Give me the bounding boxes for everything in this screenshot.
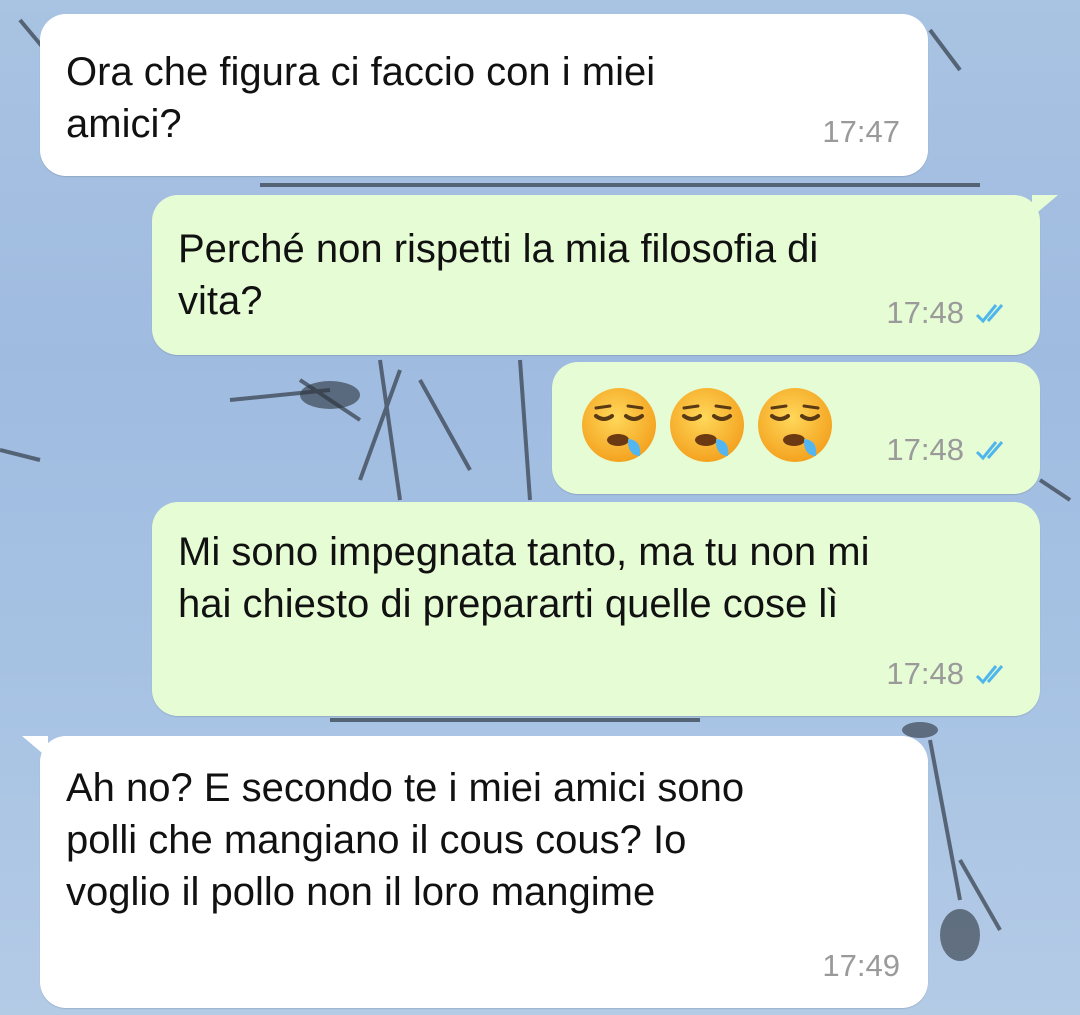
- message-bubble-outgoing-emoji[interactable]: 17:48: [552, 362, 1040, 494]
- message-meta: 17:49: [822, 940, 900, 992]
- double-check-read-icon: [975, 665, 1004, 685]
- emoji-row: [578, 384, 836, 466]
- message-time: 17:48: [886, 295, 964, 330]
- message-bubble-outgoing[interactable]: Perché non rispetti la mia filosofia di …: [152, 195, 1058, 355]
- sleepy-face-icon: [670, 388, 744, 462]
- message-time: 17:48: [886, 432, 964, 467]
- message-meta: 17:48: [886, 287, 1014, 339]
- message-meta: 17:48: [886, 424, 1014, 476]
- message-time: 17:48: [886, 656, 964, 691]
- message-text: Ora che figura ci faccio con i miei amic…: [66, 50, 656, 146]
- message-time: 17:47: [822, 114, 900, 149]
- sleepy-face-icon: [582, 388, 656, 462]
- message-meta: 17:47: [822, 106, 900, 158]
- message-text: Ah no? E secondo te i miei amici sono po…: [66, 766, 745, 914]
- double-check-read-icon: [975, 441, 1004, 461]
- message-text: Mi sono impegnata tanto, ma tu non mi ha…: [178, 530, 870, 626]
- bubble-tail: [1032, 195, 1058, 217]
- sleepy-face-icon: [758, 388, 832, 462]
- double-check-read-icon: [975, 304, 1004, 324]
- message-time: 17:49: [822, 948, 900, 983]
- bubble-tail: [22, 736, 48, 758]
- message-bubble-outgoing[interactable]: Mi sono impegnata tanto, ma tu non mi ha…: [152, 502, 1040, 716]
- message-bubble-incoming[interactable]: Ah no? E secondo te i miei amici sono po…: [22, 736, 928, 1008]
- message-bubble-incoming[interactable]: Ora che figura ci faccio con i miei amic…: [40, 14, 928, 176]
- message-meta: 17:48: [886, 648, 1014, 700]
